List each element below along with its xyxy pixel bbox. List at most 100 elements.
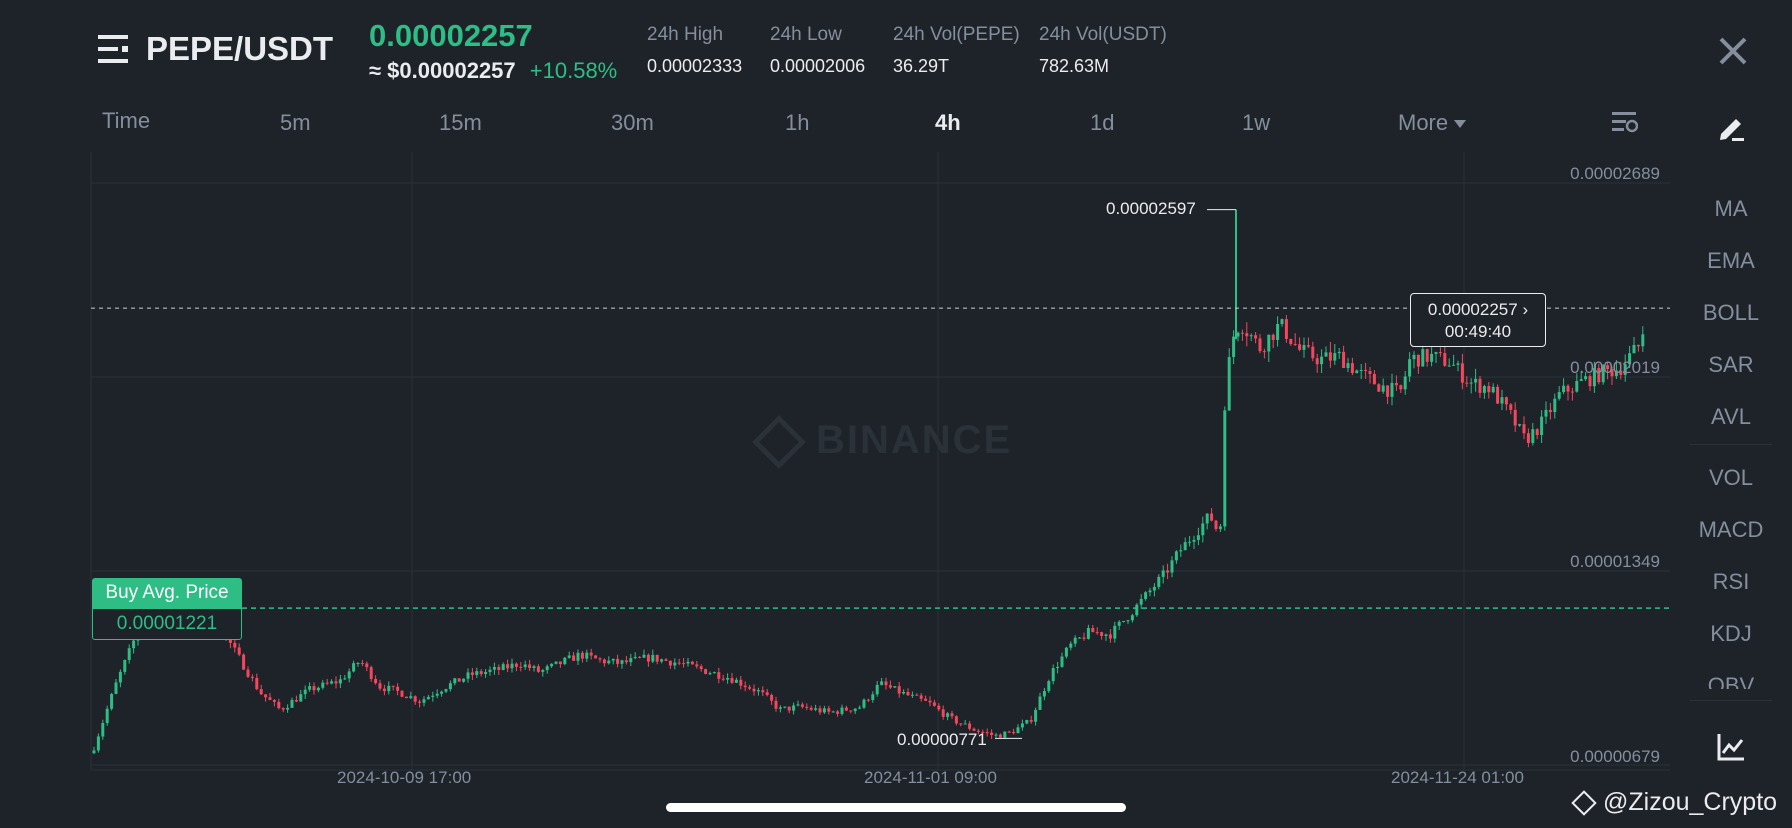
candle-body — [1570, 391, 1574, 393]
candle-body — [932, 702, 936, 706]
candle-body — [778, 707, 782, 709]
diamond-icon — [1571, 790, 1597, 817]
indicator-rsi[interactable]: RSI — [1690, 569, 1772, 595]
candle-body — [294, 699, 298, 702]
candle-body — [114, 682, 118, 694]
candle-body — [1526, 433, 1530, 443]
candle-body — [1232, 336, 1236, 358]
binance-logo-icon — [752, 415, 806, 470]
candle-body — [233, 642, 237, 648]
tab-15m[interactable]: 15m — [439, 110, 482, 136]
current-price-marker[interactable]: 0.00002257 › 00:49:40 — [1410, 293, 1546, 347]
candle-body — [132, 640, 136, 649]
candlestick-chart[interactable] — [0, 140, 1680, 790]
candle-body — [1522, 424, 1526, 434]
candle-body — [1487, 386, 1491, 393]
candle-body — [431, 695, 435, 697]
indicator-ma[interactable]: MA — [1690, 196, 1772, 222]
candle-body — [400, 690, 404, 697]
candle-body — [303, 689, 307, 695]
stat-value: 782.63M — [1039, 56, 1110, 76]
tab-30m[interactable]: 30m — [611, 110, 654, 136]
candle-body — [299, 694, 303, 702]
candle-body — [1315, 358, 1319, 365]
candle-body — [1368, 371, 1372, 375]
candle-body — [761, 690, 765, 693]
x-axis-label: 2024-11-01 09:00 — [864, 768, 997, 787]
indicator-avl[interactable]: AVL — [1690, 404, 1772, 430]
candle-body — [849, 710, 853, 712]
candle-body — [448, 683, 452, 690]
candle-body — [1632, 344, 1636, 354]
indicator-vol[interactable]: VOL — [1690, 465, 1772, 491]
candle-body — [1210, 513, 1214, 521]
candle-body — [365, 663, 369, 668]
tab-1h[interactable]: 1h — [785, 110, 809, 136]
tab-1d[interactable]: 1d — [1090, 110, 1114, 136]
stat-value: 0.00002006 — [770, 56, 866, 76]
candle-body — [1452, 364, 1456, 366]
candle-body — [1280, 319, 1284, 325]
candle-body — [396, 686, 400, 691]
indicator-macd[interactable]: MACD — [1690, 517, 1772, 543]
candle-body — [250, 676, 254, 678]
y-axis-label: 0.00000679 — [1570, 747, 1660, 766]
candle-body — [1482, 386, 1486, 393]
candle-body — [1513, 409, 1517, 426]
chart-settings-icon[interactable] — [1610, 110, 1638, 134]
candle-body — [374, 678, 378, 684]
candle-body — [721, 678, 725, 680]
indicator-sar[interactable]: SAR — [1690, 352, 1772, 378]
indicator-ema[interactable]: EMA — [1690, 248, 1772, 274]
candle-body — [492, 667, 496, 670]
candle-body — [814, 708, 818, 710]
candle-body — [92, 750, 96, 754]
candle-body — [382, 688, 386, 692]
candle-body — [1474, 378, 1478, 383]
candle-body — [1196, 535, 1200, 540]
candle-body — [594, 655, 598, 659]
candle-body — [915, 694, 919, 696]
candle-body — [651, 654, 655, 662]
tab-more[interactable]: More — [1398, 110, 1467, 136]
candle-body — [1174, 551, 1178, 561]
indicator-obv[interactable]: OBV — [1690, 673, 1772, 689]
candle-body — [910, 694, 914, 696]
candle-body — [1179, 550, 1183, 552]
tab-5m[interactable]: 5m — [280, 110, 311, 136]
candle-body — [391, 685, 395, 687]
home-indicator[interactable] — [666, 803, 1126, 812]
pair-title[interactable]: PEPE/USDT — [146, 30, 333, 68]
candle-body — [123, 660, 127, 672]
candle-body — [888, 685, 892, 688]
candle-body — [378, 683, 382, 689]
menu-icon[interactable] — [98, 33, 130, 65]
stat-value: 0.00002333 — [647, 56, 743, 76]
candle-body — [1223, 410, 1227, 527]
chart-type-icon[interactable] — [1716, 732, 1746, 762]
candle-body — [580, 652, 584, 659]
candle-body — [774, 700, 778, 709]
draw-pen-icon[interactable] — [1716, 110, 1748, 142]
candle-body — [840, 707, 844, 714]
buy-avg-price-tag[interactable]: Buy Avg. Price — [92, 578, 242, 608]
candle-body — [884, 681, 888, 686]
credit-watermark: @Zizou_Crypto — [1571, 788, 1778, 817]
candle-body — [387, 685, 391, 692]
candle-body — [602, 659, 606, 664]
indicator-kdj[interactable]: KDJ — [1690, 621, 1772, 647]
stat-24h-low: 24h Low 0.00002006 — [770, 24, 865, 77]
candle-body — [1509, 404, 1513, 410]
candle-body — [858, 707, 862, 709]
tab-1w[interactable]: 1w — [1242, 110, 1270, 136]
candle-body — [734, 679, 738, 683]
tab-time[interactable]: Time — [102, 108, 150, 134]
tab-4h[interactable]: 4h — [935, 110, 961, 136]
candle-body — [1386, 385, 1390, 397]
indicator-boll[interactable]: BOLL — [1690, 300, 1772, 326]
credit-text: @Zizou_Crypto — [1603, 788, 1778, 816]
candle-body — [1544, 409, 1548, 417]
close-icon[interactable] — [1716, 34, 1750, 68]
candle-body — [1205, 513, 1209, 524]
candle-body — [695, 664, 699, 667]
